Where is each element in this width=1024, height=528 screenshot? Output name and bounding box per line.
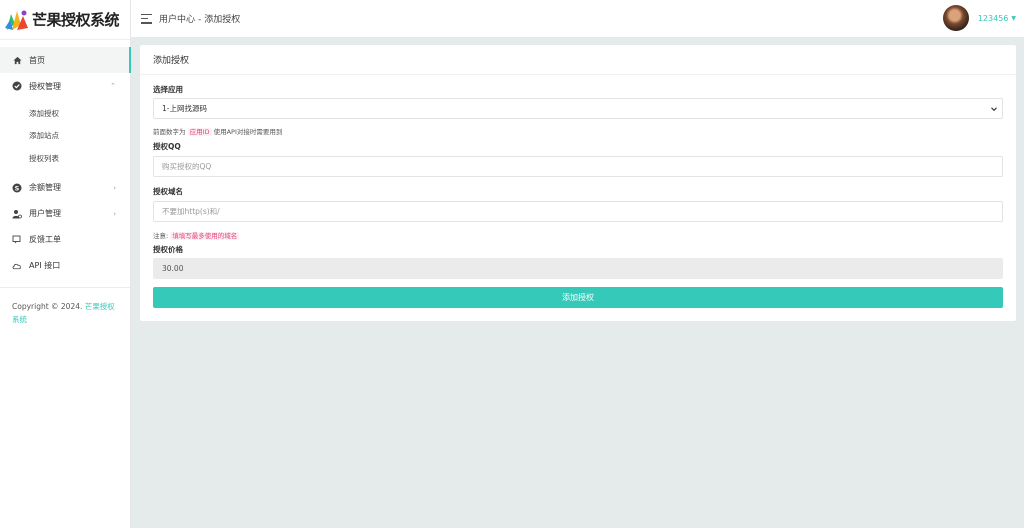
qq-input[interactable]: 购买授权的QQ	[153, 156, 1003, 177]
sidebar: 芒果授权系统 首页 授权管理 ⌃ 添加授权 添加站点 授权列表 S 余额管理 ›…	[0, 0, 131, 528]
logo-icon	[4, 8, 30, 32]
qq-label: 授权QQ	[153, 142, 181, 151]
copyright-text: Copyright © 2024.	[12, 301, 83, 311]
copyright: Copyright © 2024. 芒果授权系统	[0, 288, 130, 338]
app-select-hint: 前面数字为 应用ID 使用API对接时需要用到	[153, 126, 1003, 136]
price-field: 30.00	[153, 258, 1003, 279]
sidebar-item-balance[interactable]: S 余额管理 ›	[0, 175, 130, 201]
skype-icon: S	[12, 183, 22, 193]
hint-tag: 应用ID	[187, 128, 212, 136]
svg-text:S: S	[15, 184, 20, 192]
breadcrumb-page: 添加授权	[204, 15, 241, 25]
add-auth-card: 添加授权 选择应用 1-上网找源码 前面数字为 应用ID 使用API对接时需要用…	[140, 45, 1016, 321]
chevron-down-icon	[990, 105, 998, 113]
sidebar-item-label: 余额管理	[29, 183, 61, 192]
user-menu[interactable]: 123456 ▼	[942, 5, 1016, 31]
sidebar-subitem-add-auth[interactable]: 添加授权	[0, 102, 130, 125]
sidebar-item-api[interactable]: API 接口	[0, 253, 130, 279]
breadcrumb-separator: -	[198, 15, 202, 25]
chevron-up-icon: ⌃	[110, 82, 116, 90]
hint-tag: 填填写最多使用的域名	[170, 232, 240, 240]
chevron-right-icon: ›	[113, 183, 116, 192]
sidebar-item-home[interactable]: 首页	[0, 47, 131, 73]
sidebar-subitem-add-site[interactable]: 添加站点	[0, 125, 130, 148]
sidebar-item-users[interactable]: 用户管理 ›	[0, 201, 130, 227]
sidebar-item-label: 授权管理	[29, 81, 61, 91]
logo[interactable]: 芒果授权系统	[0, 0, 130, 40]
hint-text: 注意:	[153, 232, 169, 240]
sidebar-item-feedback[interactable]: 反馈工单	[0, 227, 130, 253]
card-title: 添加授权	[140, 45, 1016, 75]
sidebar-nav: 首页 授权管理 ⌃ 添加授权 添加站点 授权列表 S 余额管理 › 用户管理 ›…	[0, 47, 131, 279]
sidebar-submenu: 添加授权 添加站点 授权列表	[0, 99, 130, 175]
sidebar-item-label: API 接口	[29, 261, 61, 270]
chevron-right-icon: ›	[113, 209, 116, 218]
domain-placeholder: 不要加http(s)和/	[162, 207, 220, 216]
hint-text: 使用API对接时需要用到	[213, 128, 283, 136]
sidebar-subitem-auth-list[interactable]: 授权列表	[0, 147, 130, 170]
price-value: 30.00	[162, 264, 184, 273]
user-gear-icon	[12, 209, 22, 219]
breadcrumb-section[interactable]: 用户中心	[159, 15, 195, 25]
sidebar-item-auth-management[interactable]: 授权管理 ⌃	[0, 73, 130, 99]
home-icon	[12, 55, 22, 65]
avatar[interactable]	[942, 5, 969, 31]
caret-down-icon[interactable]: ▼	[1011, 15, 1016, 22]
price-label: 授权价格	[153, 245, 183, 254]
domain-hint: 注意: 填填写最多使用的域名	[153, 230, 1003, 240]
cloud-icon	[12, 261, 22, 271]
menu-toggle-icon[interactable]	[141, 13, 153, 24]
qq-placeholder: 购买授权的QQ	[162, 162, 212, 171]
add-auth-button[interactable]: 添加授权	[153, 287, 1003, 308]
app-select-label: 选择应用	[153, 85, 183, 94]
domain-label: 授权域名	[153, 187, 183, 196]
sidebar-item-label: 首页	[29, 55, 45, 65]
add-auth-form: 选择应用 1-上网找源码 前面数字为 应用ID 使用API对接时需要用到 授权Q…	[140, 84, 1016, 308]
app-select-value: 1-上网找源码	[162, 104, 207, 113]
chat-icon	[12, 235, 22, 245]
hint-text: 前面数字为	[153, 128, 186, 136]
breadcrumb: 用户中心 - 添加授权	[159, 12, 240, 25]
sidebar-item-label: 反馈工单	[29, 235, 61, 244]
app-title: 芒果授权系统	[32, 11, 120, 29]
domain-input[interactable]: 不要加http(s)和/	[153, 201, 1003, 222]
check-circle-icon	[12, 81, 22, 91]
topbar: 用户中心 - 添加授权 123456 ▼	[131, 0, 1024, 37]
sidebar-item-label: 用户管理	[29, 209, 61, 218]
username[interactable]: 123456	[978, 14, 1009, 23]
app-select[interactable]: 1-上网找源码	[153, 98, 1003, 119]
